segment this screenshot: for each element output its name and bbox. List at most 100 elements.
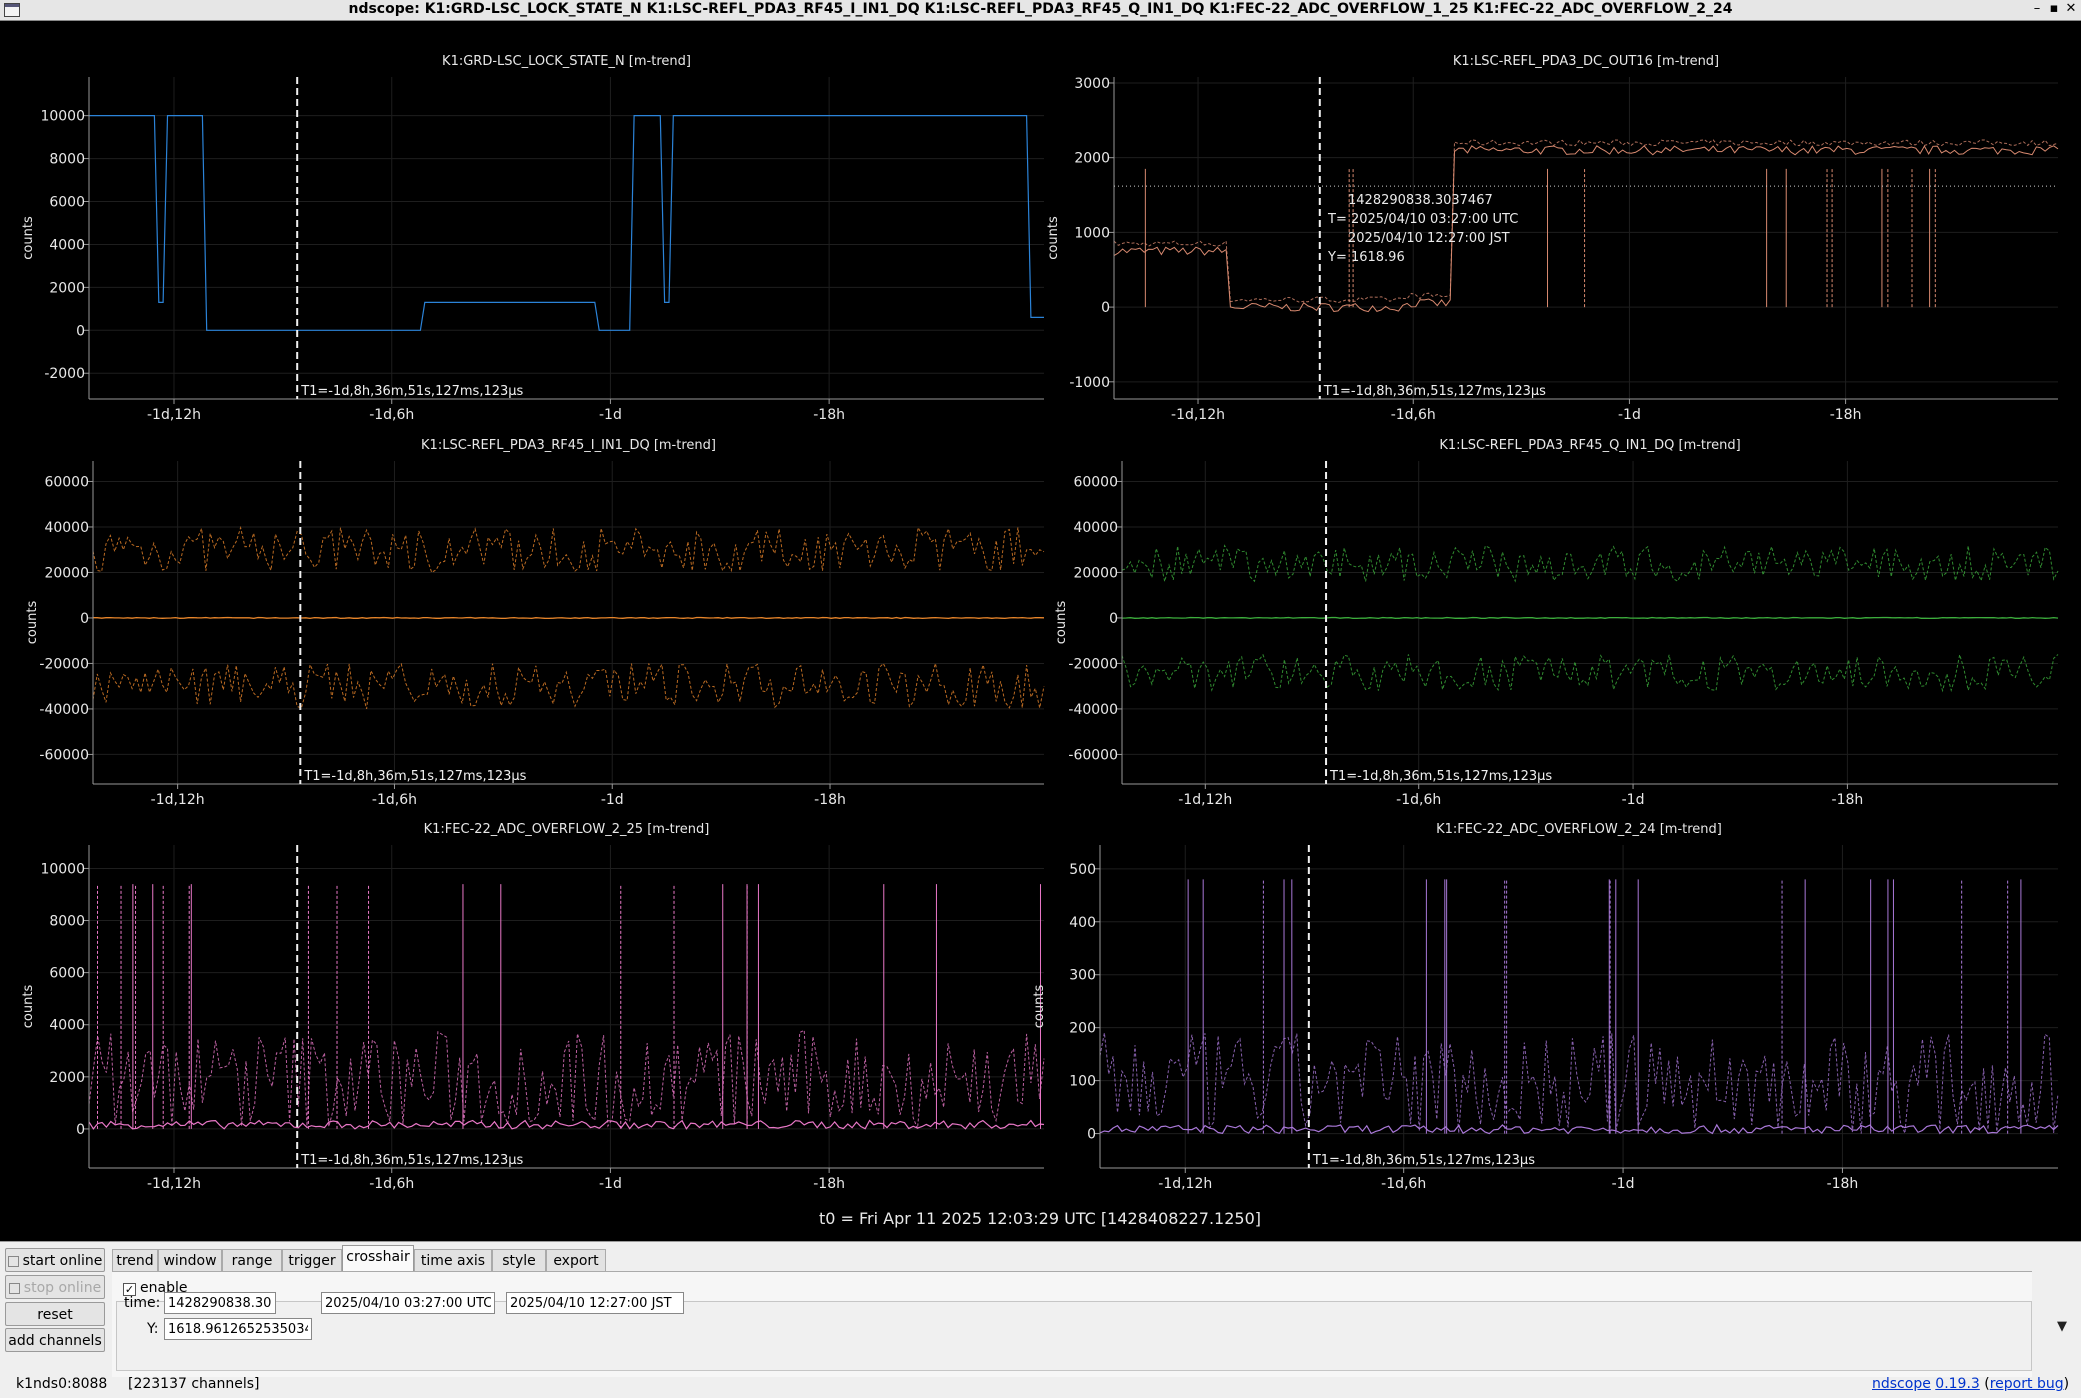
xtick-label: -1d <box>599 407 622 423</box>
ytick-label: -1000 <box>1069 375 1110 391</box>
play-icon <box>7 1255 19 1267</box>
ytick-label: 2000 <box>49 1070 85 1086</box>
stop-online-button[interactable]: stop online <box>5 1275 105 1299</box>
plot-6-ylabel: counts <box>1032 985 1047 1029</box>
y-label: Y: <box>147 1321 159 1337</box>
ytick-label: 4000 <box>49 237 85 253</box>
crosshair-utc-readout: T= 2025/04/10 03:27:00 UTC <box>1327 212 1518 227</box>
ytick-label: 300 <box>1069 968 1096 984</box>
start-online-button[interactable]: start online <box>5 1248 105 1272</box>
xtick-label: -18h <box>813 407 845 423</box>
ytick-label: -40000 <box>1068 702 1118 718</box>
ytick-label: 2000 <box>1074 151 1110 167</box>
xtick-label: -1d,6h <box>372 792 417 808</box>
tab-style[interactable]: style <box>492 1249 546 1271</box>
t1-cursor-label: T1=-1d,8h,36m,51s,127ms,123μs <box>300 1153 523 1168</box>
plot-3-title: K1:LSC-REFL_PDA3_RF45_I_IN1_DQ [m-trend] <box>421 438 716 453</box>
plot-6-title: K1:FEC-22_ADC_OVERFLOW_2_24 [m-trend] <box>1436 822 1722 837</box>
plot-4-title: K1:LSC-REFL_PDA3_RF45_Q_IN1_DQ [m-trend] <box>1439 438 1740 453</box>
ytick-label: 3000 <box>1074 76 1110 92</box>
start-online-label: start online <box>22 1253 103 1269</box>
plot-canvas[interactable]: t0 = Fri Apr 11 2025 12:03:29 UTC [14284… <box>0 21 2081 1241</box>
ytick-label: 400 <box>1069 915 1096 931</box>
version-link[interactable]: 0.19.3 <box>1935 1376 1980 1392</box>
xtick-label: -18h <box>1827 1176 1859 1192</box>
plot-5-title: K1:FEC-22_ADC_OVERFLOW_2_25 [m-trend] <box>424 822 710 837</box>
collapse-arrow-icon[interactable]: ▼ <box>2057 1319 2067 1334</box>
version-info: ndscope 0.19.3 (report bug) <box>1872 1376 2070 1392</box>
ytick-label: 60000 <box>1073 474 1118 490</box>
ytick-label: 6000 <box>49 195 85 211</box>
ytick-label: -20000 <box>39 656 89 672</box>
ytick-label: 0 <box>76 323 85 339</box>
plot-2-title: K1:LSC-REFL_PDA3_DC_OUT16 [m-trend] <box>1453 54 1719 69</box>
stop-online-label: stop online <box>23 1280 102 1296</box>
t0-label: t0 = Fri Apr 11 2025 12:03:29 UTC [14284… <box>819 1209 1261 1228</box>
plot-1-ylabel: counts <box>21 216 36 260</box>
xtick-label: -1d <box>1612 1176 1635 1192</box>
ytick-label: 20000 <box>44 565 89 581</box>
tab-range[interactable]: range <box>222 1249 282 1271</box>
xtick-label: -1d,12h <box>1178 792 1232 808</box>
xtick-label: -1d,6h <box>1391 407 1436 423</box>
tab-trend[interactable]: trend <box>112 1249 158 1271</box>
ytick-label: 100 <box>1069 1074 1096 1090</box>
ytick-label: 0 <box>1109 611 1118 627</box>
ytick-label: -40000 <box>39 702 89 718</box>
server-label: k1nds0:8088 <box>16 1376 108 1392</box>
xtick-label: -1d,12h <box>151 792 205 808</box>
ytick-label: 2000 <box>49 280 85 296</box>
ytick-label: 20000 <box>1073 565 1118 581</box>
plot-area[interactable]: t0 = Fri Apr 11 2025 12:03:29 UTC [14284… <box>0 21 2081 1241</box>
t1-cursor-label: T1=-1d,8h,36m,51s,127ms,123μs <box>1329 769 1552 784</box>
xtick-label: -1d <box>601 792 624 808</box>
xtick-label: -1d,12h <box>147 407 201 423</box>
xtick-label: -1d,12h <box>1158 1176 1212 1192</box>
xtick-label: -1d,12h <box>1171 407 1225 423</box>
ytick-label: 0 <box>1087 1127 1096 1143</box>
xtick-label: -1d,6h <box>1396 792 1441 808</box>
ytick-label: 8000 <box>49 914 85 930</box>
ytick-label: 200 <box>1069 1021 1096 1037</box>
ytick-label: 500 <box>1069 862 1096 878</box>
crosshair-gps-readout: 1428290838.3037467 <box>1348 193 1493 208</box>
tab-trigger[interactable]: trigger <box>282 1249 342 1271</box>
t1-cursor-label: T1=-1d,8h,36m,51s,127ms,123μs <box>300 384 523 399</box>
crosshair-y-readout: Y= 1618.96 <box>1327 250 1405 265</box>
tab-window[interactable]: window <box>158 1249 222 1271</box>
status-bar: k1nds0:8088 [223137 channels] ndscope 0.… <box>0 1372 2081 1398</box>
time-gps-field[interactable] <box>164 1292 276 1314</box>
time-utc-field[interactable] <box>321 1292 495 1314</box>
xtick-label: -18h <box>814 792 846 808</box>
stop-icon <box>8 1282 20 1294</box>
close-button[interactable]: ✕ <box>2064 1 2078 16</box>
control-panel: start online stop online reset add chann… <box>0 1241 2081 1398</box>
xtick-label: -1d <box>599 1176 622 1192</box>
y-value-field[interactable] <box>164 1318 312 1340</box>
ytick-label: 10000 <box>40 861 85 877</box>
ytick-label: -20000 <box>1068 656 1118 672</box>
xtick-label: -18h <box>1832 792 1864 808</box>
plot-5-ylabel: counts <box>21 985 36 1029</box>
xtick-label: -1d <box>1622 792 1645 808</box>
ndscope-link[interactable]: ndscope <box>1872 1376 1931 1392</box>
t1-cursor-label: T1=-1d,8h,36m,51s,127ms,123μs <box>1323 384 1546 399</box>
reset-button[interactable]: reset <box>5 1302 105 1326</box>
tab-time-axis[interactable]: time axis <box>414 1249 492 1271</box>
ytick-label: 40000 <box>44 520 89 536</box>
ytick-label: 0 <box>76 1122 85 1138</box>
report-bug-link[interactable]: report bug <box>1990 1376 2064 1392</box>
tab-export[interactable]: export <box>546 1249 606 1271</box>
tab-crosshair[interactable]: crosshair <box>342 1245 414 1272</box>
ytick-label: 60000 <box>44 474 89 490</box>
minimize-button[interactable]: – <box>2030 1 2044 16</box>
xtick-label: -18h <box>813 1176 845 1192</box>
maximize-button[interactable]: ▪ <box>2047 1 2061 16</box>
add-channels-button[interactable]: add channels <box>5 1328 105 1352</box>
ytick-label: -60000 <box>39 747 89 763</box>
ytick-label: 6000 <box>49 966 85 982</box>
crosshair-tab-page: ✓ enable time: Y: <box>112 1271 2032 1377</box>
xtick-label: -1d,6h <box>1381 1176 1426 1192</box>
time-jst-field[interactable] <box>506 1292 684 1314</box>
xtick-label: -1d,6h <box>369 1176 414 1192</box>
